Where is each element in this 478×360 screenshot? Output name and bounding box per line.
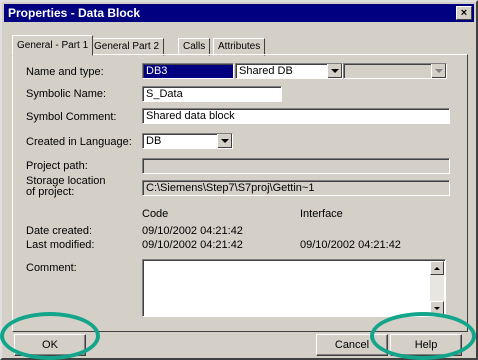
close-icon[interactable]: × bbox=[456, 6, 472, 20]
date-created-label: Date created: bbox=[26, 225, 93, 237]
storage-location-field: C:\Siemens\Step7\S7proj\Gettin~1 bbox=[142, 180, 450, 196]
properties-dialog: Properties - Data Block × General - Part… bbox=[0, 0, 478, 360]
type-dropdown[interactable]: Shared DB bbox=[235, 63, 343, 79]
tab-general-part-1[interactable]: General - Part 1 bbox=[12, 35, 94, 56]
chevron-down-icon[interactable] bbox=[217, 134, 232, 148]
date-created-code: 09/10/2002 04:21:42 bbox=[142, 225, 243, 237]
interface-column-header: Interface bbox=[300, 208, 343, 220]
comment-label: Comment: bbox=[26, 262, 77, 274]
name-input[interactable]: DB3 bbox=[142, 63, 234, 79]
window-title: Properties - Data Block bbox=[8, 6, 141, 20]
project-path-field bbox=[142, 158, 450, 174]
last-modified-interface: 09/10/2002 04:21:42 bbox=[300, 239, 401, 251]
last-modified-label: Last modified: bbox=[26, 239, 95, 251]
chevron-down-icon[interactable] bbox=[327, 64, 342, 78]
project-path-label: Project path: bbox=[26, 160, 88, 172]
scroll-up-icon[interactable] bbox=[430, 261, 444, 275]
language-dropdown[interactable]: DB bbox=[142, 133, 233, 149]
language-label: Created in Language: bbox=[26, 136, 132, 148]
chevron-down-icon bbox=[431, 64, 446, 78]
last-modified-code: 09/10/2002 04:21:42 bbox=[142, 239, 243, 251]
title-bar[interactable]: Properties - Data Block × bbox=[4, 4, 474, 22]
storage-label-line2: of project: bbox=[26, 186, 75, 198]
ok-highlight-circle bbox=[0, 312, 100, 360]
comment-textarea[interactable] bbox=[142, 259, 446, 317]
symbol-comment-input[interactable]: Shared data block bbox=[142, 108, 450, 124]
help-highlight-circle bbox=[370, 312, 476, 360]
type-value: Shared DB bbox=[239, 65, 293, 77]
symbolic-name-input[interactable]: S_Data bbox=[142, 86, 282, 102]
symbol-comment-label: Symbol Comment: bbox=[26, 111, 117, 123]
code-column-header: Code bbox=[142, 208, 169, 220]
language-value: DB bbox=[146, 135, 162, 147]
comment-scrollbar[interactable] bbox=[430, 261, 444, 315]
type-extra-dropdown bbox=[343, 63, 447, 79]
symbolic-name-label: Symbolic Name: bbox=[26, 88, 107, 100]
name-type-label: Name and type: bbox=[26, 66, 104, 78]
